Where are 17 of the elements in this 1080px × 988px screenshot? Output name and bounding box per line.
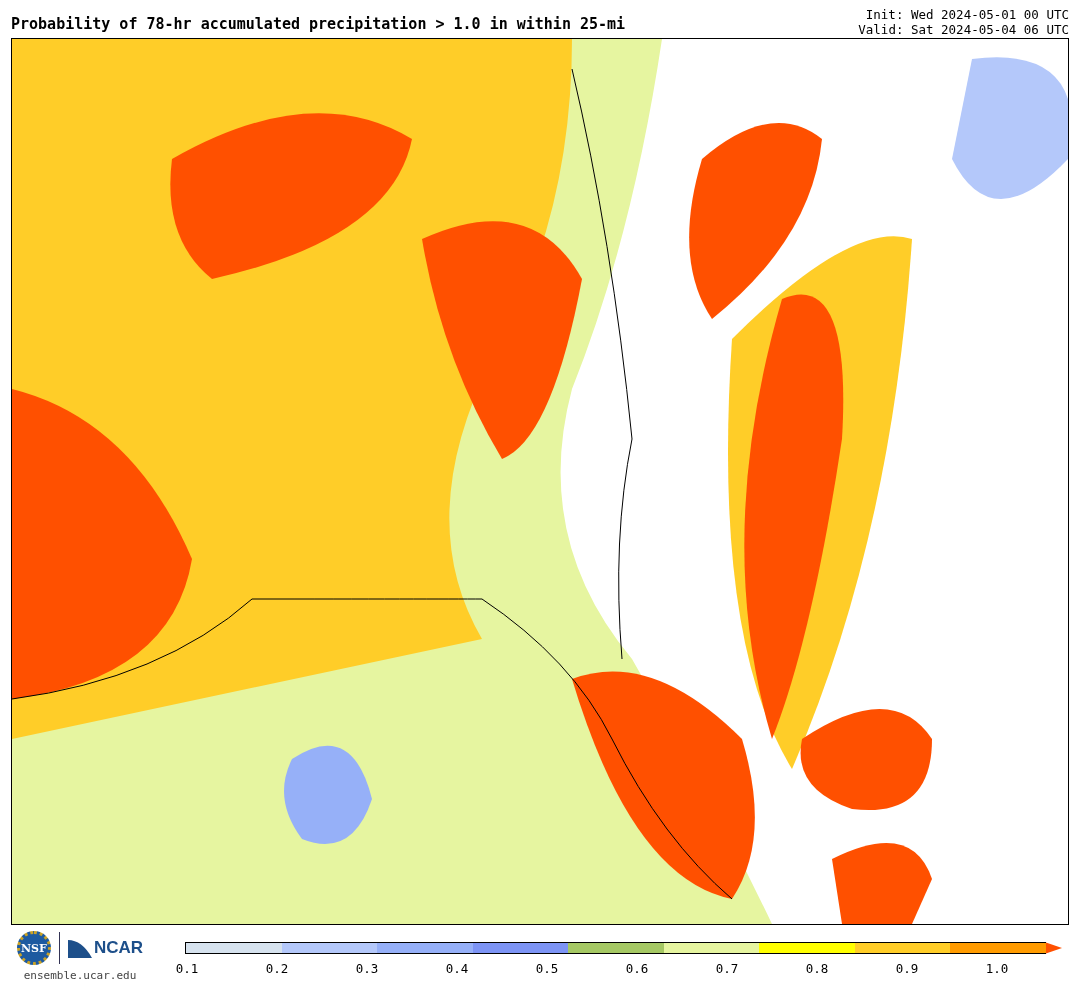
tick-label: 0.1 xyxy=(175,961,199,976)
tick-label: 0.7 xyxy=(715,961,739,976)
tick-label: 0.6 xyxy=(625,961,649,976)
website-label: ensemble.ucar.edu xyxy=(23,969,137,982)
tick-label: 0.5 xyxy=(535,961,559,976)
init-time: Init: Wed 2024-05-01 00 UTC xyxy=(865,7,1069,22)
tick-label: 0.3 xyxy=(355,961,379,976)
tick-label: 0.8 xyxy=(805,961,829,976)
tick-label: 1.0 xyxy=(985,961,1009,976)
tick-label: 0.9 xyxy=(895,961,919,976)
valid-time: Valid: Sat 2024-05-04 06 UTC xyxy=(858,22,1069,37)
tick-label: 0.4 xyxy=(445,961,469,976)
swoosh-icon xyxy=(67,940,92,958)
chart-title: Probability of 78-hr accumulated precipitation > 1.0 in within 25-mi xyxy=(11,15,626,35)
ncar-logo: NCAR xyxy=(93,938,144,958)
nsf-logo: NSF xyxy=(16,931,51,965)
tick-label: 0.2 xyxy=(265,961,289,976)
